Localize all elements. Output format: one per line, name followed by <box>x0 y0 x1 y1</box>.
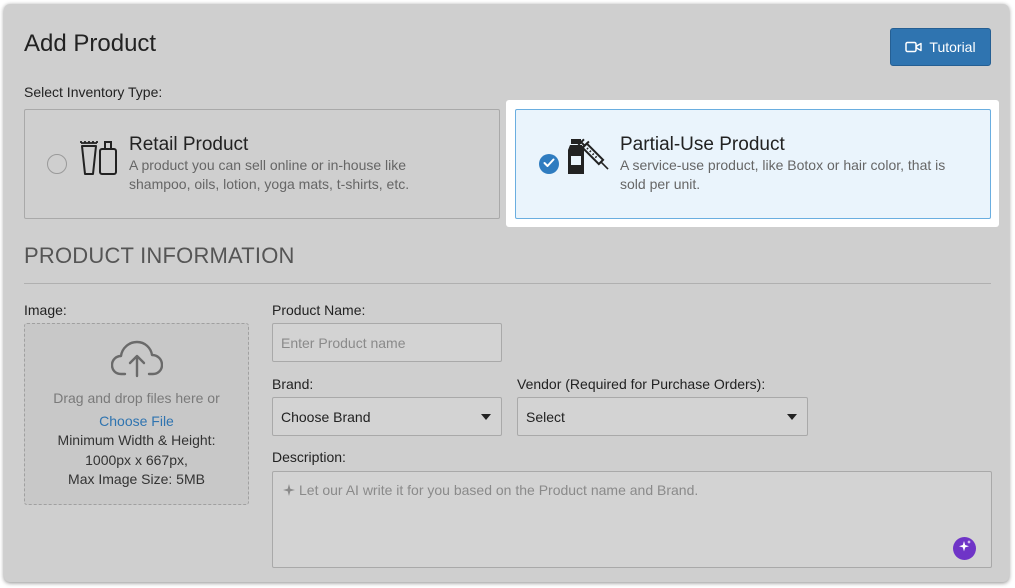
retail-description: A product you can sell online or in-hous… <box>129 157 410 192</box>
choose-file-link[interactable]: Choose File <box>25 413 248 429</box>
vendor-select[interactable]: Select <box>517 397 808 436</box>
section-title: PRODUCT INFORMATION <box>24 243 295 268</box>
retail-radio[interactable] <box>47 154 67 174</box>
partial-use-description: A service-use product, like Botox or hai… <box>620 157 946 192</box>
partial-use-radio[interactable] <box>539 154 559 174</box>
product-name-label: Product Name: <box>272 302 366 318</box>
dropzone-hint: Drag and drop files here or <box>53 390 220 406</box>
max-size-label: Max Image Size: 5MB <box>68 471 205 487</box>
ai-write-button[interactable] <box>953 537 976 560</box>
check-icon <box>543 155 555 173</box>
inventory-type-label: Select Inventory Type: <box>24 84 163 100</box>
ai-sparkle-icon <box>958 539 972 558</box>
min-size-value: 1000px x 667px, <box>85 452 188 468</box>
page-title: Add Product <box>24 30 157 57</box>
add-product-panel: Add Product Tutorial Select Inventory Ty… <box>4 4 1009 582</box>
vendor-label: Vendor (Required for Purchase Orders): <box>517 376 766 392</box>
description-textarea[interactable]: Let our AI write it for you based on the… <box>272 471 992 568</box>
brand-selected-value: Choose Brand <box>281 408 371 425</box>
tutorial-label: Tutorial <box>929 39 976 55</box>
section-divider <box>24 283 991 284</box>
description-placeholder: Let our AI write it for you based on the… <box>299 482 699 498</box>
sparkle-icon <box>282 483 296 502</box>
chevron-down-icon <box>481 414 491 420</box>
image-label: Image: <box>24 302 67 318</box>
chevron-down-icon <box>787 414 797 420</box>
tutorial-button[interactable]: Tutorial <box>890 28 991 66</box>
video-camera-icon <box>905 41 923 53</box>
retail-title: Retail Product <box>129 134 249 155</box>
partial-use-product-option[interactable]: Partial-Use Product A service-use produc… <box>515 109 991 219</box>
retail-product-option[interactable]: Retail Product A product you can sell on… <box>24 109 500 219</box>
product-name-input[interactable] <box>272 323 502 362</box>
description-label: Description: <box>272 449 346 465</box>
brand-label: Brand: <box>272 376 314 392</box>
vial-syringe-icon <box>566 136 614 183</box>
bottles-icon <box>79 140 119 181</box>
vendor-selected-value: Select <box>526 408 565 425</box>
brand-select[interactable]: Choose Brand <box>272 397 502 436</box>
image-dropzone[interactable]: Drag and drop files here or Choose File … <box>24 323 249 505</box>
cloud-upload-icon <box>110 340 164 383</box>
partial-use-title: Partial-Use Product <box>620 134 785 155</box>
min-size-label: Minimum Width & Height: <box>57 432 216 448</box>
